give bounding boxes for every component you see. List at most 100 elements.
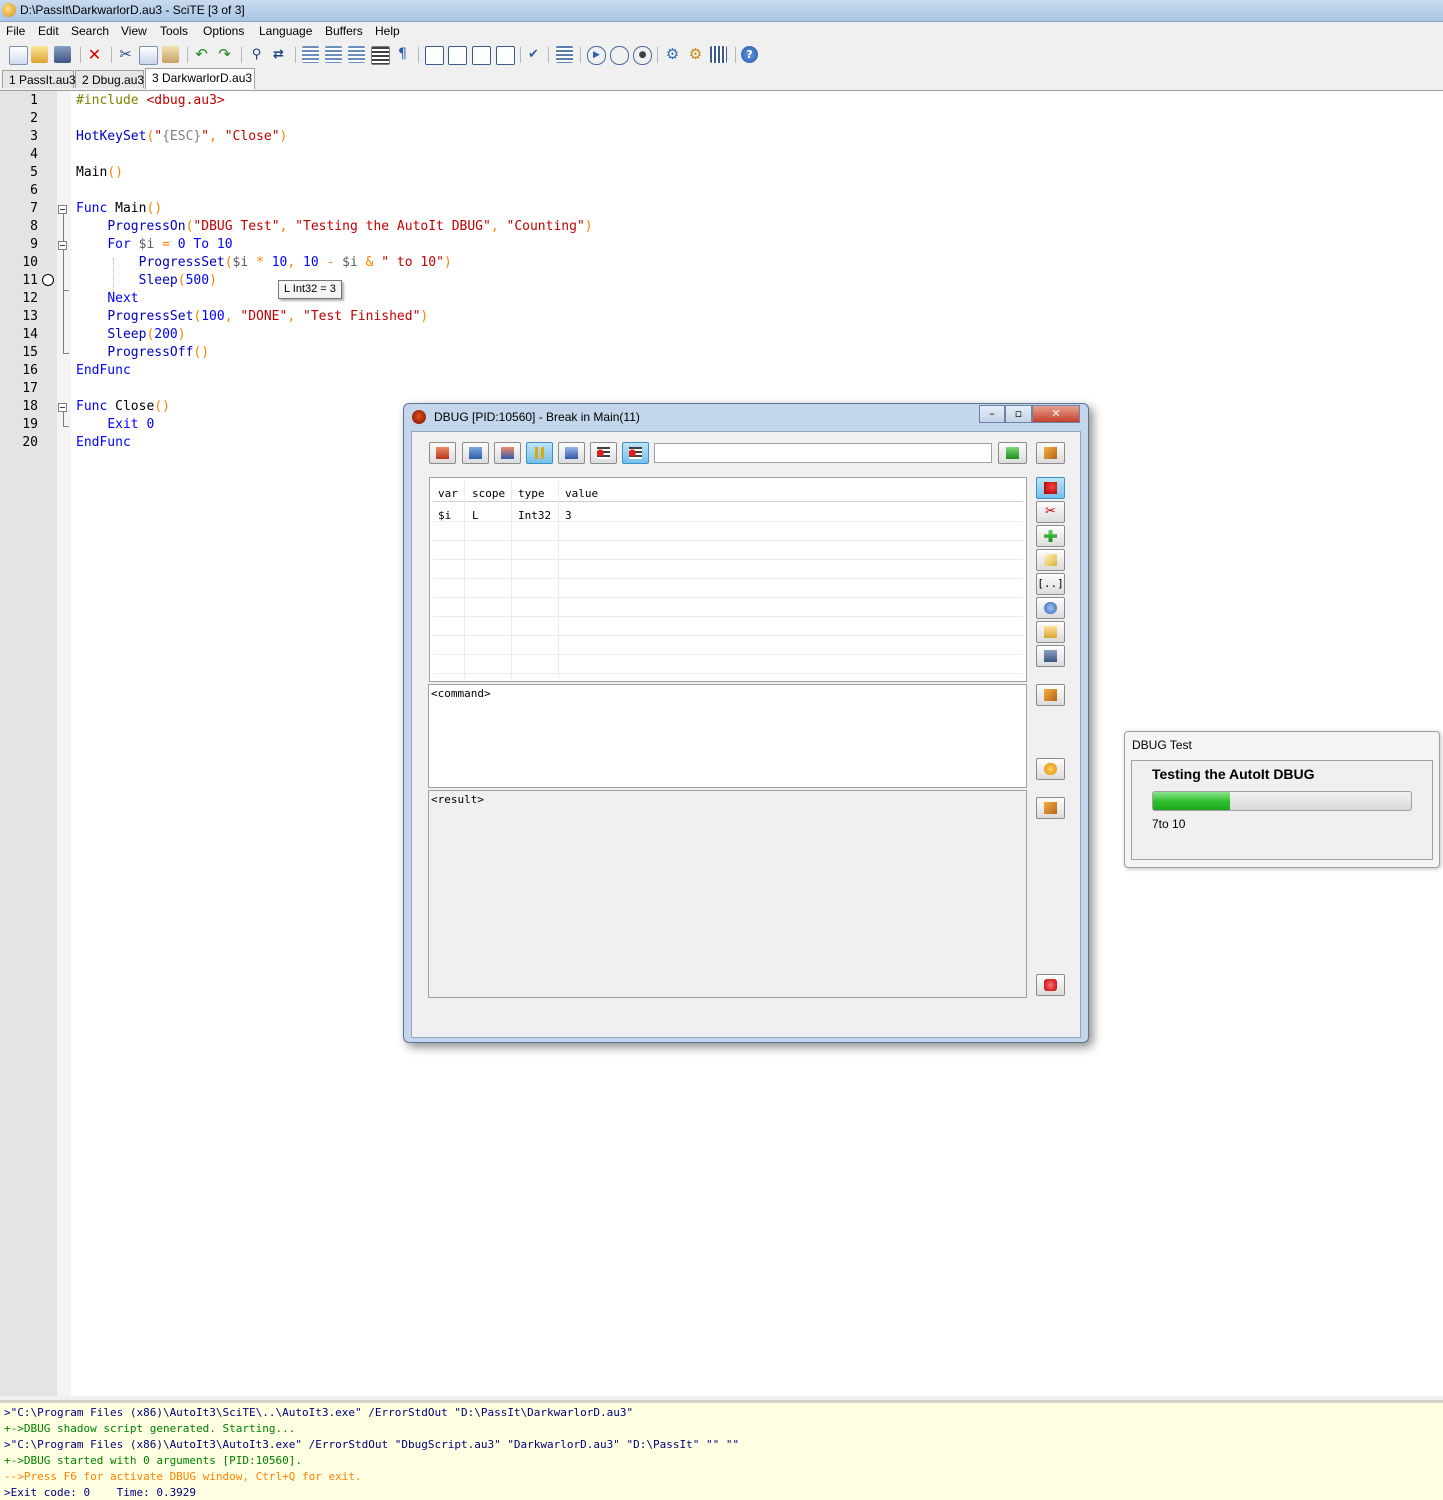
progress-sub-text: 7to 10 (1152, 817, 1186, 831)
compile-icon[interactable] (610, 46, 629, 65)
spell-icon[interactable]: ✔ (525, 46, 542, 63)
dbug-window-title: DBUG [PID:10560] - Break in Main(11) (434, 410, 640, 424)
tools1-icon[interactable]: ⚙ (664, 46, 681, 63)
tab-passit[interactable]: 1 PassIt.au3 (2, 70, 76, 88)
code-line: Func Close() (76, 399, 170, 414)
output-icon[interactable] (556, 46, 573, 63)
step-over-button[interactable] (462, 442, 489, 464)
progress-bar (1152, 791, 1412, 811)
code-line: EndFunc (76, 363, 131, 378)
minimize-button[interactable]: – (979, 405, 1005, 423)
code-line: Sleep(500) (138, 273, 217, 288)
stop-icon[interactable]: ● (633, 46, 652, 65)
power-off-button[interactable] (1036, 974, 1065, 996)
pin-button[interactable] (1036, 477, 1065, 499)
view1-icon[interactable] (425, 46, 444, 65)
close-window-button[interactable]: ✕ (1032, 405, 1080, 423)
maximize-button[interactable]: ▫ (1005, 405, 1032, 423)
undo-icon[interactable]: ↶ (193, 46, 210, 63)
code-line: ProgressOff() (107, 345, 210, 360)
find-icon[interactable]: ⚲ (248, 46, 265, 63)
menu-tools[interactable]: Tools (160, 24, 188, 38)
progress-panel: Testing the AutoIt DBUG 7to 10 (1131, 760, 1433, 860)
cut-var-button[interactable]: ✂ (1036, 501, 1065, 523)
menu-bar: File Edit Search View Tools Options Lang… (0, 22, 1443, 41)
close-icon[interactable]: ✕ (86, 46, 103, 63)
edit-var-button[interactable] (1036, 549, 1065, 571)
expression-input[interactable] (654, 443, 992, 463)
run-icon[interactable]: ▶ (587, 46, 606, 65)
column-value[interactable]: value (565, 487, 598, 500)
progress-main-text: Testing the AutoIt DBUG (1152, 766, 1315, 782)
save-vars-button[interactable] (1036, 645, 1065, 667)
toolbar: ✕ ✂ ↶ ↷ ⚲ ⇄ ¶ ✔ ▶ ● ⚙ ⚙ ? (0, 42, 1443, 69)
save-icon[interactable] (54, 46, 71, 63)
replace-icon[interactable]: ⇄ (270, 46, 287, 63)
help-icon[interactable]: ? (741, 46, 758, 63)
column-scope[interactable]: scope (472, 487, 505, 500)
menu-language[interactable]: Language (259, 24, 312, 38)
cut-icon[interactable]: ✂ (117, 46, 134, 63)
menu-edit[interactable]: Edit (38, 24, 59, 38)
add-watch-button[interactable] (998, 442, 1027, 464)
clear-command-button[interactable] (1036, 684, 1065, 706)
view4-icon[interactable] (496, 46, 515, 65)
new-icon[interactable] (9, 46, 28, 65)
open-icon[interactable] (31, 46, 48, 63)
view3-icon[interactable] (472, 46, 491, 65)
indent-icon[interactable] (302, 46, 319, 63)
progress-bar-fill (1153, 792, 1231, 810)
output-line: >Exit code: 0 Time: 0.3929 (4, 1486, 197, 1499)
menu-options[interactable]: Options (203, 24, 244, 38)
paste-icon[interactable] (162, 46, 179, 63)
variable-table[interactable]: var scope type value $i L Int32 3 (429, 477, 1027, 682)
code-line: #include <dbug.au3> (76, 93, 225, 108)
tools3-icon[interactable] (710, 46, 727, 63)
column-type[interactable]: type (518, 487, 545, 500)
add-var-button[interactable] (1036, 525, 1065, 547)
breakpoint-list-button[interactable] (622, 442, 649, 464)
array-view-button[interactable]: [..] (1036, 573, 1065, 595)
view2-icon[interactable] (448, 46, 467, 65)
bug-icon (412, 410, 426, 424)
clear-result-button[interactable] (1036, 797, 1065, 819)
tab-dbug[interactable]: 2 Dbug.au3 (75, 70, 144, 88)
tab-darkwarlord[interactable]: 3 DarkwarlorD.au3 (145, 68, 255, 89)
dbug-window: DBUG [PID:10560] - Break in Main(11) – ▫… (403, 403, 1089, 1043)
breakpoint-button[interactable] (590, 442, 617, 464)
code-line: For $i = 0 To 10 (107, 237, 233, 252)
tools2-icon[interactable]: ⚙ (687, 46, 704, 63)
code-line: ProgressSet(100, "DONE", "Test Finished"… (107, 309, 429, 324)
menu-help[interactable]: Help (375, 24, 400, 38)
clear-button[interactable] (1036, 442, 1065, 464)
execute-button[interactable] (1036, 758, 1065, 780)
run-button[interactable] (558, 442, 585, 464)
output-line: +->DBUG shadow script generated. Startin… (4, 1422, 296, 1435)
command-box[interactable]: <command> (428, 684, 1027, 788)
code-line: Next (107, 291, 139, 306)
variable-tooltip: L Int32 = 3 (278, 280, 342, 299)
step-into-button[interactable] (429, 442, 456, 464)
menu-file[interactable]: File (6, 24, 25, 38)
refresh-button[interactable] (1036, 597, 1065, 619)
file-tab-bar: 1 PassIt.au3 2 Dbug.au3 3 DarkwarlorD.au… (0, 68, 1443, 91)
menu-search[interactable]: Search (71, 24, 109, 38)
menu-buffers[interactable]: Buffers (325, 24, 363, 38)
column-var[interactable]: var (438, 487, 458, 500)
copy-icon[interactable] (139, 46, 158, 65)
output-line: >"C:\Program Files (x86)\AutoIt3\AutoIt3… (4, 1438, 740, 1451)
open-folder-button[interactable] (1036, 621, 1065, 643)
code-lines: #include <dbug.au3> HotKeySet("{ESC}", "… (0, 93, 700, 453)
wrap-icon[interactable] (371, 46, 390, 65)
dbug-client-area: var scope type value $i L Int32 3 ✂ [..]… (411, 431, 1081, 1038)
output-pane[interactable]: >"C:\Program Files (x86)\AutoIt3\SciTE\.… (0, 1400, 1443, 1500)
menu-view[interactable]: View (121, 24, 147, 38)
outdent-icon[interactable] (325, 46, 342, 63)
redo-icon[interactable]: ↷ (216, 46, 233, 63)
progress-window: DBUG Test Testing the AutoIt DBUG 7to 10 (1124, 731, 1440, 868)
block-icon[interactable] (348, 46, 365, 63)
whitespace-icon[interactable]: ¶ (394, 46, 411, 63)
step-out-button[interactable] (494, 442, 521, 464)
pause-button[interactable] (526, 442, 553, 464)
code-line: Main() (76, 165, 123, 180)
